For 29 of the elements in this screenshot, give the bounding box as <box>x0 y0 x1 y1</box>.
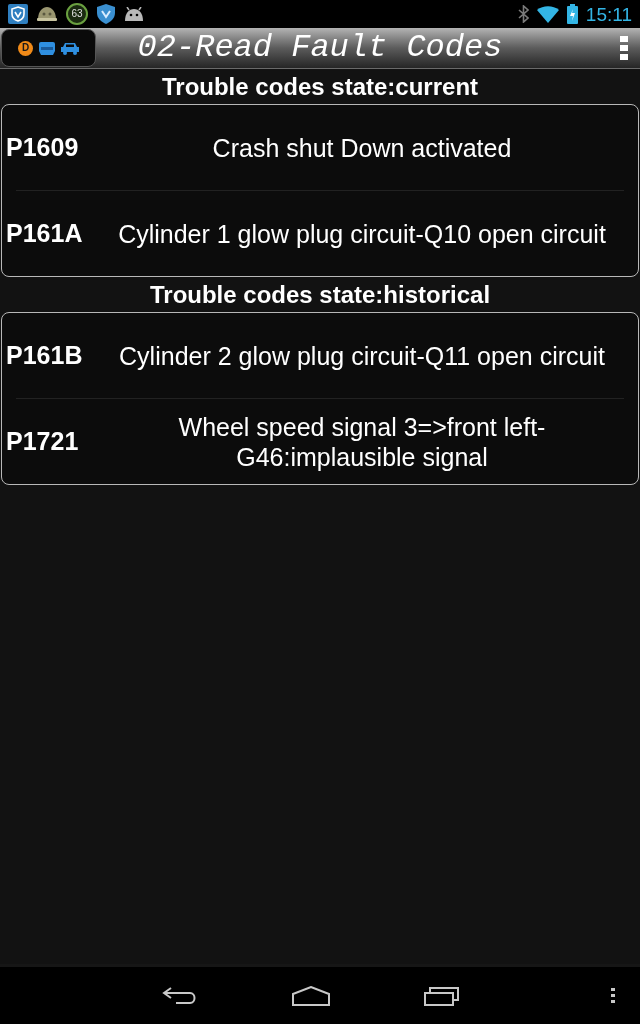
status-time: 15:11 <box>585 4 632 24</box>
fault-description: Wheel speed signal 3=>front left-G46:implausible signal <box>177 411 547 472</box>
fault-code: P161B <box>5 343 84 368</box>
bluetooth-icon <box>517 5 529 23</box>
fault-code: P1721 <box>5 429 80 454</box>
recents-icon[interactable] <box>424 985 460 1006</box>
wifi-icon <box>536 5 559 23</box>
section-heading: Trouble codes state:historical <box>149 282 491 307</box>
menu-icon[interactable] <box>611 987 615 1004</box>
fault-code: P161A <box>5 221 84 246</box>
section-heading: Trouble codes state:current <box>161 74 479 99</box>
shield-icon <box>97 4 115 24</box>
shield-tile-icon <box>8 4 28 24</box>
car-icon <box>61 41 79 55</box>
robot-icon <box>124 7 144 21</box>
back-icon[interactable] <box>162 985 198 1006</box>
helmet-icon <box>37 7 57 21</box>
fault-description: Cylinder 2 glow plug circuit-Q11 open circuit <box>118 340 606 371</box>
fault-code: P1609 <box>5 135 80 160</box>
mode-badge: D <box>18 40 33 56</box>
home-icon[interactable] <box>292 985 330 1006</box>
fault-description: Crash shut Down activated <box>211 132 513 163</box>
connector-icon <box>39 41 55 55</box>
app-icon-button[interactable]: D <box>1 29 96 67</box>
battery-icon <box>566 4 578 24</box>
fault-description: Cylinder 1 glow plug circuit-Q10 open circuit <box>117 218 607 249</box>
counter-ring: 63 <box>66 3 88 25</box>
screen-title: 02-Read Fault Codes <box>136 32 504 64</box>
overflow-menu-icon[interactable] <box>620 36 628 60</box>
